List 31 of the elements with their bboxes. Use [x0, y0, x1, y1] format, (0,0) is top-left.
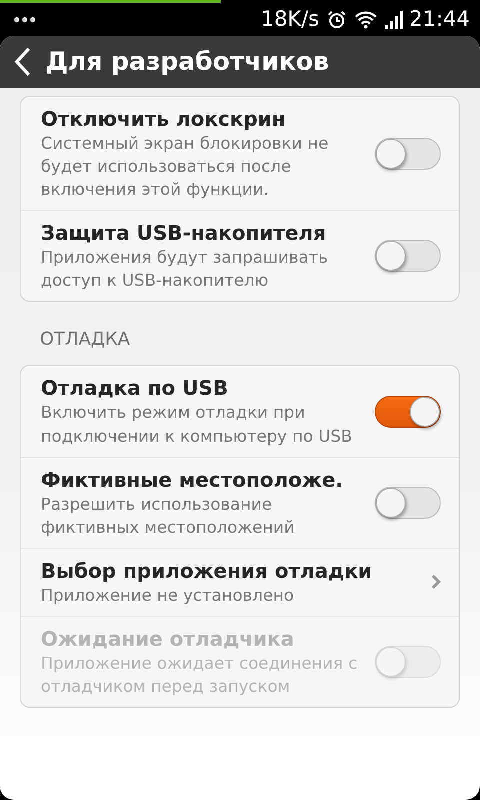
- section-heading: ОТЛАДКА: [39, 328, 132, 352]
- setting-title: Отключить локскрин: [41, 106, 287, 132]
- setting-title: Фиктивные местоположе.: [41, 466, 344, 493]
- toggle-switch[interactable]: [375, 396, 441, 428]
- setting-title: Отладка по USB: [41, 375, 230, 402]
- setting-description: Приложение ожидает соединения с отладчиком перед запуском: [41, 652, 359, 698]
- setting-description: Системный экран блокировки не будет использоваться после включения этой функции.: [41, 133, 330, 202]
- setting-title: Ожидание отладчика: [41, 626, 296, 652]
- screen-title: Для разработчиков: [46, 46, 330, 78]
- settings-row[interactable]: Фиктивные местоположе. Разрешить использование фиктивных местоположений: [21, 456, 459, 548]
- setting-description: Включить режим отладки при подключении к компьютеру по USB: [41, 402, 354, 448]
- settings-row[interactable]: Выбор приложения отладки Приложение не установлено: [21, 548, 459, 616]
- settings-row[interactable]: Отключить локскрин Системный экран блокировки не будет использоваться после включения этой функции.: [21, 97, 459, 210]
- setting-description: Приложения будут запрашивать доступ к USB-накопителю: [41, 247, 330, 292]
- setting-description: Разрешить использование фиктивных местоположений: [41, 494, 296, 539]
- network-speed: 18K/s: [260, 6, 320, 33]
- signal-icon: [385, 10, 406, 28]
- settings-row[interactable]: Защита USB-накопителя Приложения будут запрашивать доступ к USB-накопителю: [21, 210, 459, 302]
- chevron-right-icon: [431, 574, 441, 590]
- wifi-icon: [355, 10, 378, 28]
- notification-dots-icon: [14, 16, 36, 22]
- setting-description: Приложение не установлено: [41, 584, 296, 607]
- back-button[interactable]: [14, 47, 32, 77]
- setting-title: Выбор приложения отладки: [41, 558, 374, 584]
- clock-time: 21:44: [409, 6, 470, 33]
- settings-row[interactable]: Отладка по USB Включить режим отладки при подключении к компьютеру по USB: [21, 366, 459, 457]
- toggle-switch[interactable]: [375, 240, 441, 272]
- alarm-clock-icon: [327, 10, 348, 30]
- toggle-switch[interactable]: [375, 486, 441, 519]
- toggle-switch[interactable]: [375, 138, 441, 170]
- setting-title: Защита USB-накопителя: [41, 220, 328, 246]
